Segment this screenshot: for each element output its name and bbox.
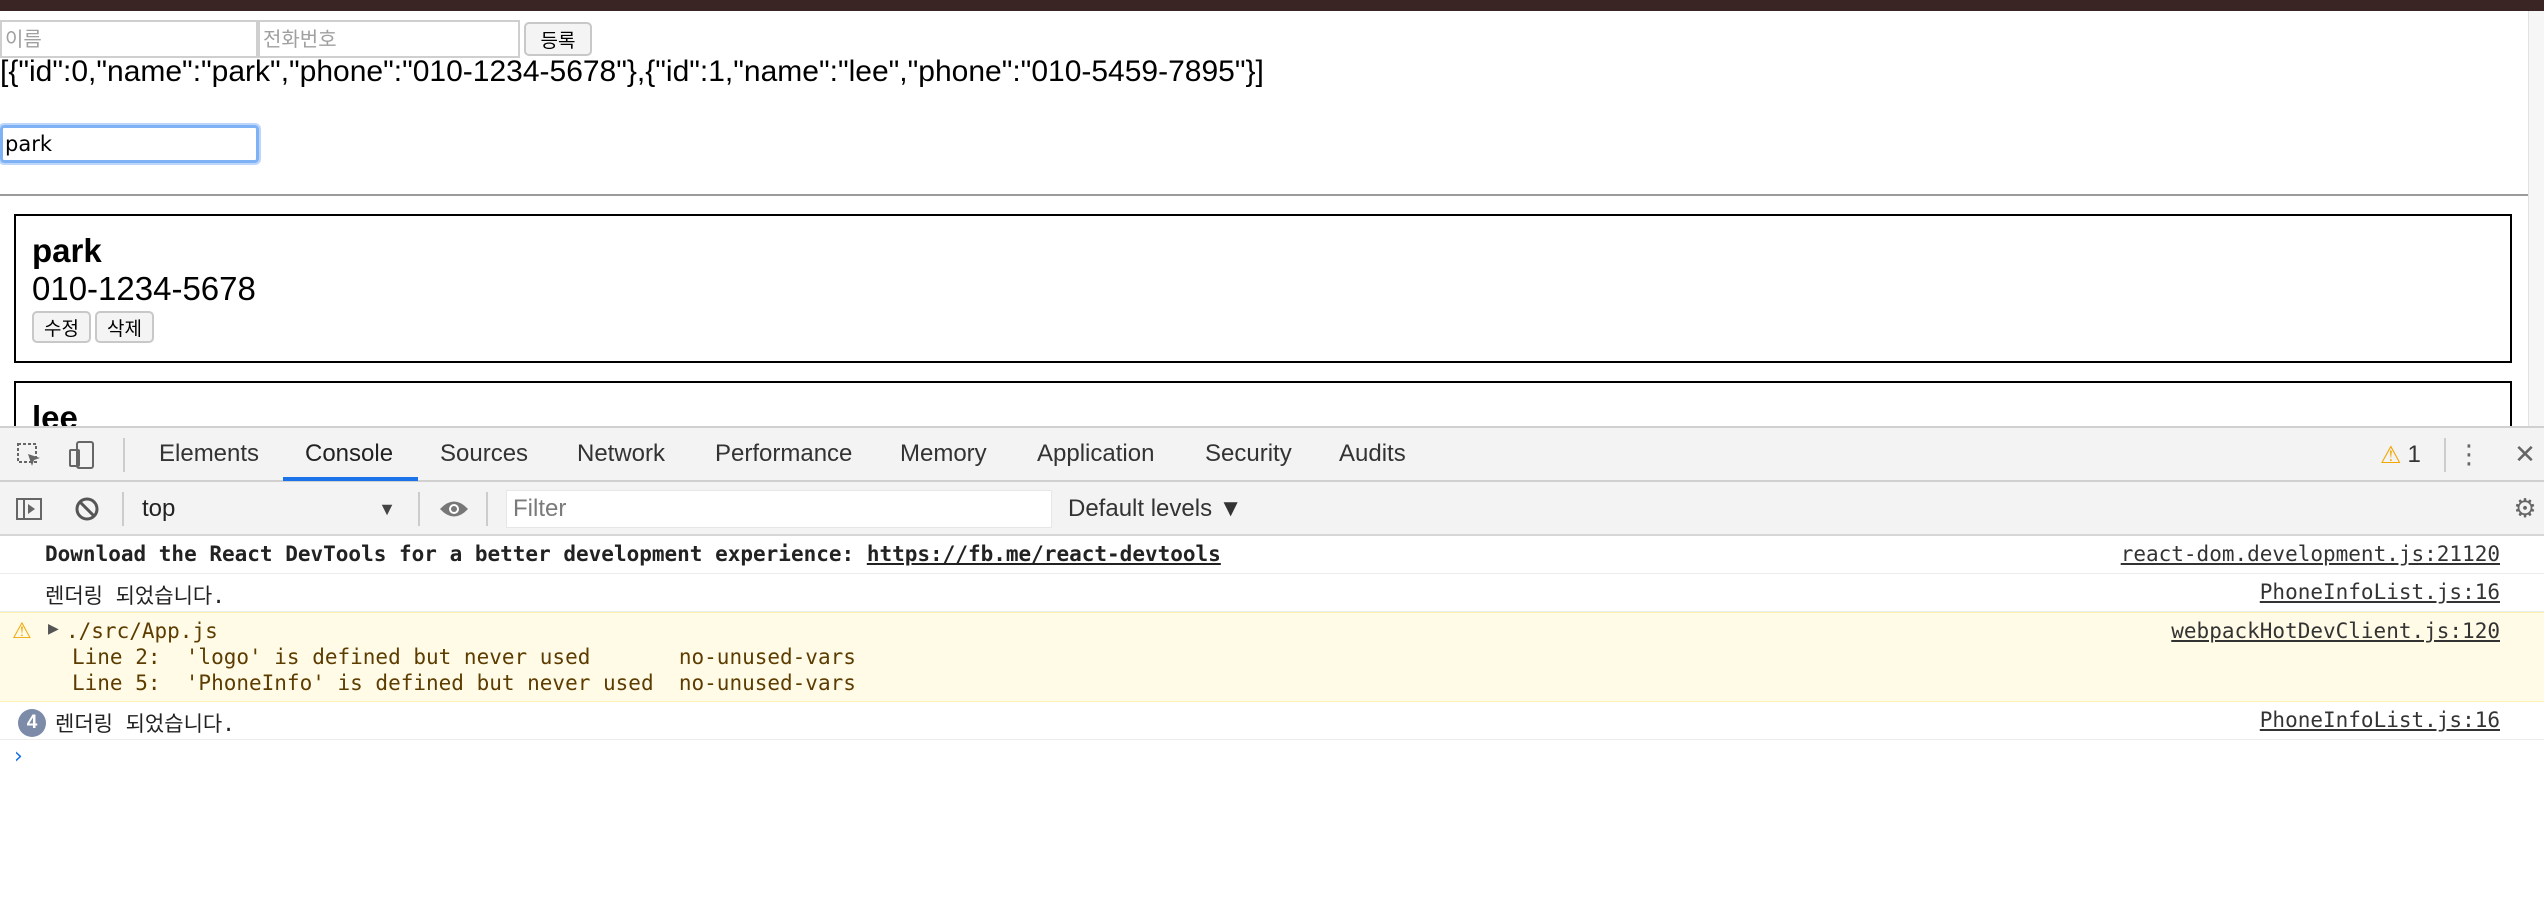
kebab-menu-icon[interactable]: ⋮ [2452, 438, 2486, 472]
warning-counter[interactable]: ⚠ 1 [2380, 440, 2421, 470]
context-select[interactable]: top ▼ [138, 492, 406, 526]
edit-button[interactable]: 수정 [32, 311, 91, 343]
phone-info-card: park 010-1234-5678 수정 삭제 [14, 214, 2512, 363]
delete-button[interactable]: 삭제 [94, 311, 154, 343]
card-phone: 010-1234-5678 [32, 270, 256, 307]
toolbar-separator [418, 492, 420, 526]
divider [0, 194, 2528, 196]
message-source-link[interactable]: PhoneInfoList.js:16 [2260, 580, 2500, 604]
message-text: 렌더링 되었습니다. [55, 712, 235, 736]
caret-down-icon: ▼ [378, 499, 396, 519]
message-text: Download the React DevTools for a better… [45, 542, 1221, 566]
json-dump: [{"id":0,"name":"park","phone":"010-1234… [0, 55, 1264, 88]
inspect-element-icon[interactable] [12, 438, 46, 472]
console-prompt-icon[interactable]: › [14, 744, 23, 769]
filter-input[interactable] [506, 490, 1052, 528]
toolbar-separator [122, 492, 124, 526]
search-input[interactable] [0, 123, 261, 165]
add-form: 등록 [0, 19, 592, 59]
console-output: Download the React DevTools for a better… [0, 536, 2544, 906]
tab-security[interactable]: Security [1205, 428, 1292, 480]
warning-icon: ⚠ [2380, 441, 2402, 469]
console-message: 렌더링 되었습니다. PhoneInfoList.js:16 [0, 574, 2544, 612]
devtools-link[interactable]: https://fb.me/react-devtools [867, 542, 1221, 566]
tab-application[interactable]: Application [1037, 428, 1154, 480]
tab-separator [123, 438, 125, 472]
gear-icon[interactable]: ⚙ [2508, 492, 2542, 526]
tab-memory[interactable]: Memory [900, 428, 987, 480]
repeat-count-badge: 4 [18, 709, 46, 737]
register-button[interactable]: 등록 [524, 22, 592, 56]
message-text: 렌더링 되었습니다. [45, 584, 225, 608]
message-source-link[interactable]: PhoneInfoList.js:16 [2260, 708, 2500, 732]
context-value: top [142, 495, 176, 522]
expand-triangle-icon[interactable]: ▶ [48, 621, 59, 637]
log-levels-dropdown[interactable]: Default levels ▼ [1068, 492, 1243, 526]
toolbar-separator [486, 492, 488, 526]
console-warning: ⚠ ▶ ./src/App.js Line 2: 'logo' is defin… [0, 612, 2544, 702]
eye-icon[interactable] [437, 492, 471, 526]
app-page: 등록 [{"id":0,"name":"park","phone":"010-1… [0, 11, 2528, 426]
tab-console[interactable]: Console [305, 428, 393, 480]
tab-audits[interactable]: Audits [1339, 428, 1406, 480]
active-tab-indicator [283, 477, 418, 481]
tab-elements[interactable]: Elements [159, 428, 259, 480]
phone-input[interactable] [258, 20, 520, 58]
name-input[interactable] [0, 20, 258, 58]
device-toolbar-icon[interactable] [66, 438, 100, 472]
console-message: 4 렌더링 되었습니다. PhoneInfoList.js:16 [0, 702, 2544, 740]
card-name: lee [32, 399, 78, 426]
warning-count: 1 [2407, 441, 2421, 468]
devtools-tabbar: Elements Console Sources Network Perform… [0, 428, 2544, 482]
page-scrollbar[interactable] [2528, 11, 2544, 426]
warning-line: Line 2: 'logo' is defined but never used… [72, 645, 856, 669]
warning-icon: ⚠ [12, 619, 32, 644]
console-message: Download the React DevTools for a better… [0, 536, 2544, 574]
tab-network[interactable]: Network [577, 428, 665, 480]
sidebar-toggle-icon[interactable] [12, 492, 46, 526]
card-actions: 수정 삭제 [32, 311, 154, 343]
tab-performance[interactable]: Performance [715, 428, 852, 480]
clear-console-icon[interactable] [70, 492, 104, 526]
card-name: park [32, 232, 102, 269]
warning-line: Line 5: 'PhoneInfo' is defined but never… [72, 671, 856, 695]
message-source-link[interactable]: react-dom.development.js:21120 [2121, 542, 2500, 566]
message-source-link[interactable]: webpackHotDevClient.js:120 [2171, 619, 2500, 643]
browser-top-strip [0, 0, 2544, 11]
close-icon[interactable]: ✕ [2508, 438, 2542, 472]
phone-info-card: lee [14, 381, 2512, 426]
devtools-panel: Elements Console Sources Network Perform… [0, 426, 2544, 906]
tab-sources[interactable]: Sources [440, 428, 528, 480]
warning-title[interactable]: ./src/App.js [66, 619, 218, 643]
console-toolbar: top ▼ Default levels ▼ ⚙ [0, 482, 2544, 536]
tab-separator [2444, 438, 2446, 472]
